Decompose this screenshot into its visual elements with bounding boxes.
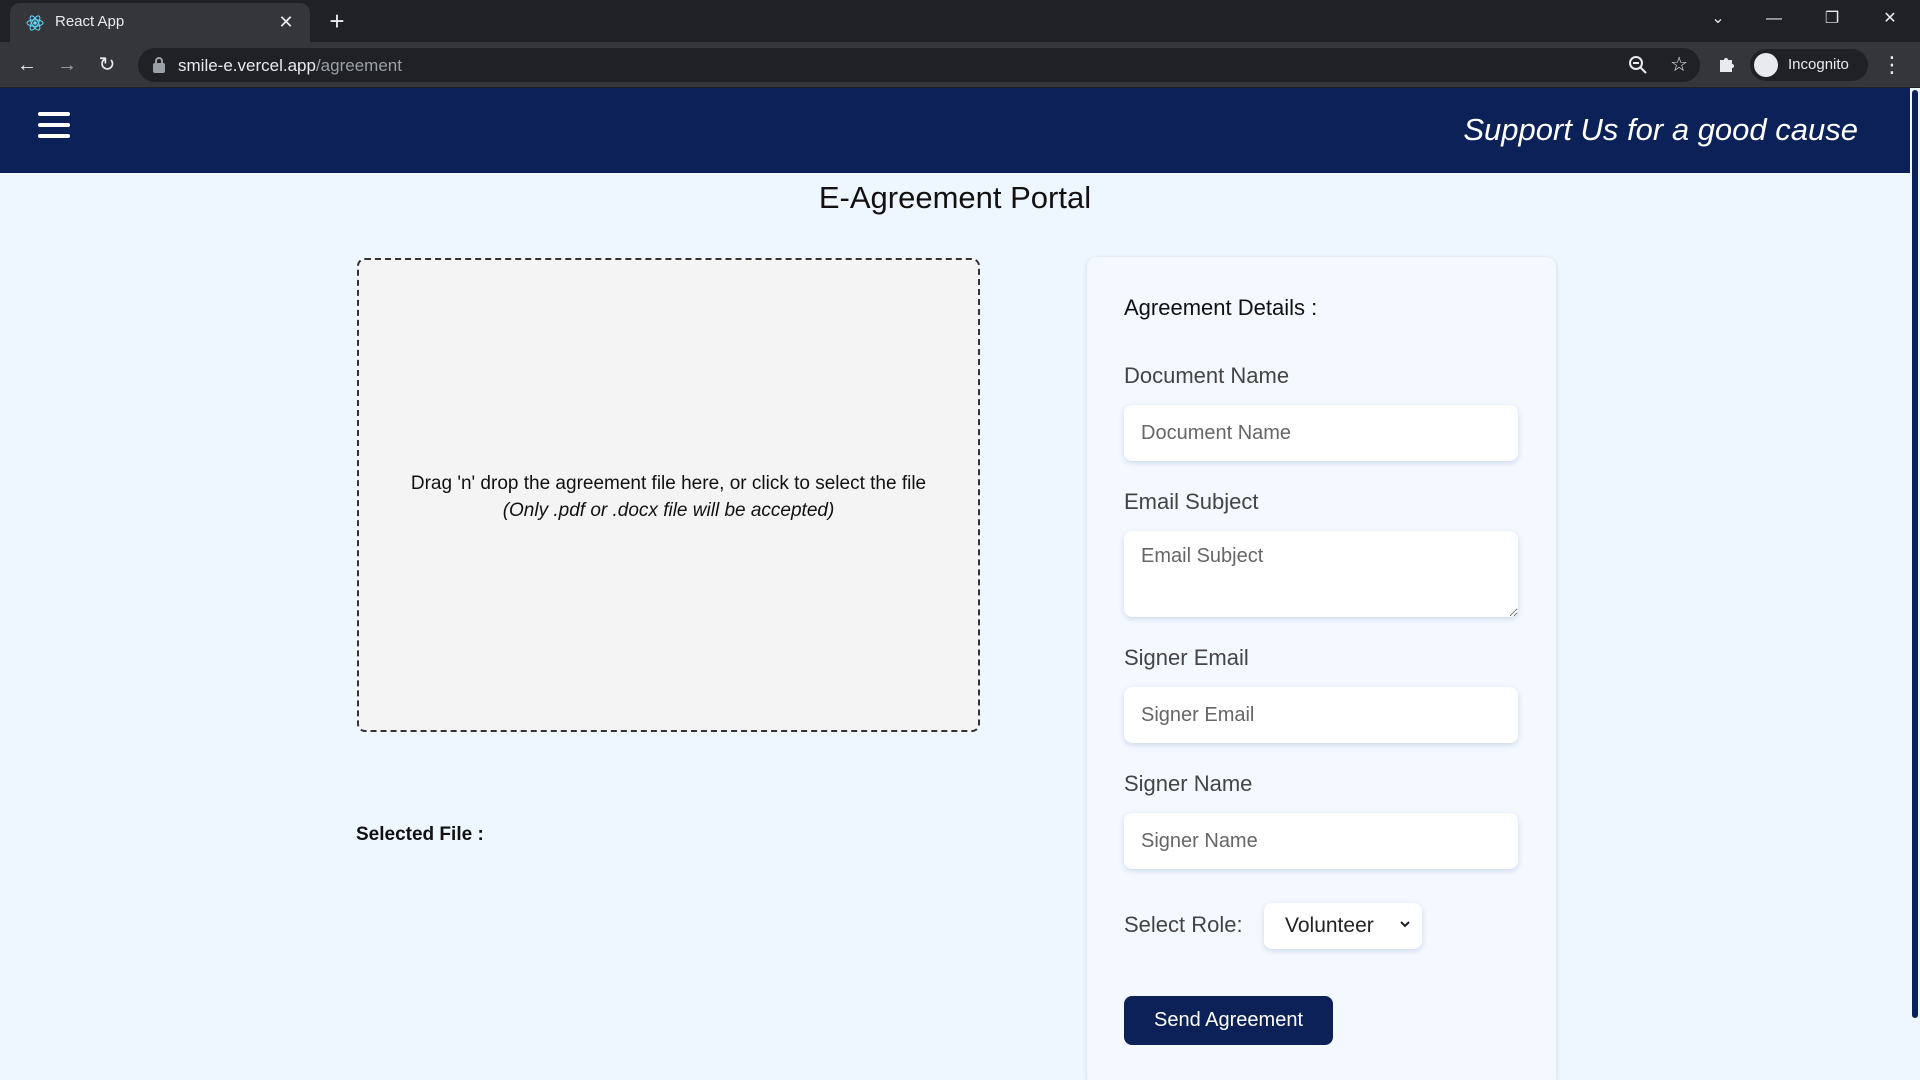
- address-bar[interactable]: smile-e.vercel.app/agreement ☆: [138, 48, 1700, 82]
- browser-menu-icon[interactable]: ⋮: [1880, 50, 1904, 80]
- url-text[interactable]: smile-e.vercel.app/agreement: [178, 56, 402, 76]
- signer-email-input[interactable]: [1124, 687, 1518, 743]
- email-subject-textarea[interactable]: [1124, 531, 1518, 617]
- document-name-input[interactable]: [1124, 405, 1518, 461]
- forward-button[interactable]: →: [52, 50, 82, 80]
- selected-file-label: Selected File :: [356, 824, 484, 845]
- chevron-down-icon: [1400, 921, 1410, 928]
- react-icon: [26, 15, 44, 31]
- tab-search-icon[interactable]: ⌄: [1690, 0, 1746, 38]
- hamburger-icon[interactable]: [38, 112, 70, 140]
- header-tagline: Support Us for a good cause: [1463, 112, 1858, 147]
- file-dropzone[interactable]: Drag 'n' drop the agreement file here, o…: [357, 258, 980, 732]
- role-selected-value: Volunteer: [1285, 914, 1374, 937]
- email-subject-label: Email Subject: [1124, 489, 1259, 514]
- signer-name-label: Signer Name: [1124, 771, 1253, 796]
- card-heading: Agreement Details :: [1124, 295, 1318, 320]
- signer-email-label: Signer Email: [1124, 645, 1249, 670]
- minimize-button[interactable]: —: [1746, 0, 1802, 38]
- dropzone-hint: (Only .pdf or .docx file will be accepte…: [502, 500, 835, 521]
- browser-tab-bar: React App ✕ + ⌄ — ❐ ✕: [0, 0, 1920, 42]
- lock-icon[interactable]: [152, 56, 166, 74]
- puzzle-icon[interactable]: [1716, 52, 1740, 76]
- close-tab-icon[interactable]: ✕: [274, 10, 298, 34]
- agreement-details-card: Agreement Details : Document Name Email …: [1087, 257, 1556, 1080]
- restore-button[interactable]: ❐: [1804, 0, 1860, 38]
- signer-name-input[interactable]: [1124, 813, 1518, 869]
- send-agreement-button[interactable]: Send Agreement: [1124, 996, 1333, 1045]
- dropzone-text: Drag 'n' drop the agreement file here, o…: [359, 470, 978, 524]
- role-label: Select Role:: [1124, 912, 1243, 937]
- browser-tab[interactable]: React App ✕: [10, 3, 310, 42]
- back-button[interactable]: ←: [12, 50, 42, 80]
- incognito-icon: [1754, 53, 1778, 77]
- app-header: Support Us for a good cause: [0, 88, 1910, 173]
- new-tab-button[interactable]: +: [322, 6, 352, 36]
- browser-toolbar: ← → ↻ smile-e.vercel.app/agreement ☆: [0, 42, 1920, 88]
- page-title: E-Agreement Portal: [818, 180, 1092, 215]
- profile-label: Incognito: [1788, 56, 1849, 73]
- zoom-icon[interactable]: [1626, 53, 1650, 77]
- star-icon[interactable]: ☆: [1670, 52, 1688, 77]
- tab-title: React App: [55, 13, 125, 30]
- scrollbar-thumb[interactable]: [1912, 90, 1918, 1018]
- role-select[interactable]: Volunteer: [1264, 903, 1422, 949]
- dropzone-instruction: Drag 'n' drop the agreement file here, o…: [410, 473, 927, 494]
- reload-button[interactable]: ↻: [92, 50, 122, 80]
- incognito-profile-button[interactable]: Incognito: [1750, 49, 1868, 81]
- document-name-label: Document Name: [1124, 363, 1290, 388]
- close-window-button[interactable]: ✕: [1862, 0, 1918, 38]
